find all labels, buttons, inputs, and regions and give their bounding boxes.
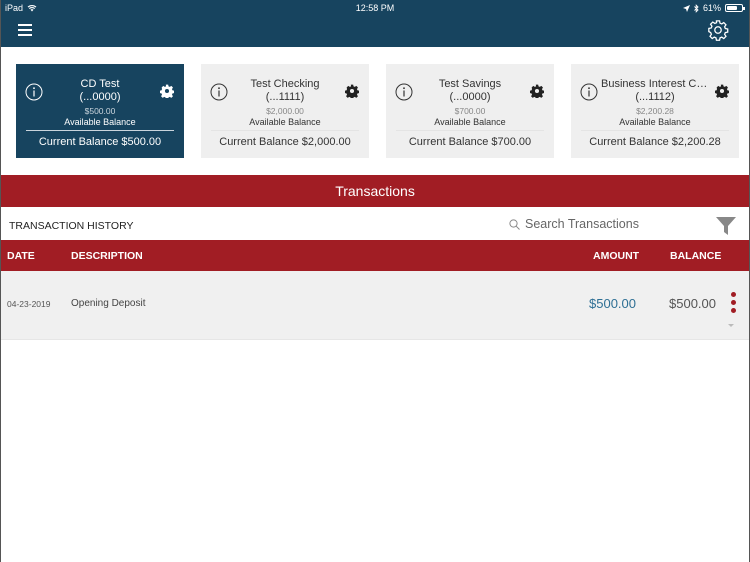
filter-icon — [716, 217, 736, 235]
account-cards: CD Test (...0000) $500.00 Available Bala… — [16, 64, 739, 158]
expand-chevron-icon[interactable] — [728, 324, 734, 327]
settings-button[interactable] — [707, 19, 729, 41]
hamburger-icon — [18, 24, 32, 36]
available-label: Available Balance — [249, 117, 321, 127]
bluetooth-icon — [694, 3, 699, 13]
account-number: (...0000) — [79, 91, 121, 103]
account-name: Business Interest Ch... — [601, 78, 709, 90]
history-title: TRANSACTION HISTORY — [9, 220, 134, 232]
account-number: (...0000) — [449, 91, 491, 103]
row-date: 04-23-2019 — [7, 299, 51, 309]
row-amount: $500.00 — [589, 296, 636, 311]
battery-percent: 61% — [702, 3, 721, 13]
more-options-icon[interactable] — [731, 292, 737, 314]
search-icon — [509, 218, 520, 230]
battery-icon — [725, 4, 745, 12]
account-name: Test Checking — [250, 78, 320, 90]
search-input[interactable]: Search Transactions — [509, 217, 639, 231]
available-label: Available Balance — [64, 117, 136, 127]
current-balance: Current Balance $700.00 — [408, 136, 532, 148]
row-description: Opening Deposit — [71, 298, 146, 309]
current-balance: Current Balance $2,000.00 — [219, 136, 351, 148]
available-amount: $2,200.28 — [636, 106, 674, 116]
card-divider — [396, 130, 544, 131]
available-amount: $700.00 — [454, 106, 486, 116]
table-header: DATE DESCRIPTION AMOUNT BALANCE — [1, 240, 749, 271]
history-toolbar: TRANSACTION HISTORY Search Transactions — [1, 207, 749, 240]
table-row[interactable]: 04-23-2019 Opening Deposit $500.00 $500.… — [1, 271, 749, 340]
account-card[interactable]: Test Savings (...0000) $700.00 Available… — [386, 64, 554, 158]
account-card[interactable]: CD Test (...0000) $500.00 Available Bala… — [16, 64, 184, 158]
filter-button[interactable] — [716, 216, 736, 236]
account-card[interactable]: Business Interest Ch... (...1112) $2,200… — [571, 64, 739, 158]
card-divider — [581, 130, 729, 131]
card-divider — [26, 130, 174, 131]
column-description[interactable]: DESCRIPTION — [71, 250, 143, 262]
current-balance: Current Balance $2,200.28 — [589, 136, 721, 148]
card-gear-icon[interactable] — [715, 84, 729, 98]
status-bar: iPad 12:58 PM 61% — [1, 0, 749, 16]
card-gear-icon[interactable] — [160, 84, 174, 98]
column-date[interactable]: DATE — [7, 250, 35, 262]
card-divider — [211, 130, 359, 131]
available-amount: $2,000.00 — [266, 106, 304, 116]
current-balance: Current Balance $500.00 — [38, 136, 162, 148]
column-balance[interactable]: BALANCE — [670, 250, 721, 262]
top-bar: iPad 12:58 PM 61% — [1, 0, 749, 47]
location-icon — [682, 4, 690, 12]
available-label: Available Balance — [434, 117, 506, 127]
search-placeholder: Search Transactions — [525, 217, 639, 231]
available-label: Available Balance — [619, 117, 691, 127]
account-card[interactable]: Test Checking (...1111) $2,000.00 Availa… — [201, 64, 369, 158]
row-balance: $500.00 — [669, 296, 716, 311]
account-name: Test Savings — [438, 78, 502, 90]
menu-button[interactable] — [18, 24, 32, 36]
available-amount: $500.00 — [84, 106, 116, 116]
clock: 12:58 PM — [355, 3, 395, 13]
transactions-header: Transactions — [1, 175, 749, 207]
account-name: CD Test — [80, 78, 120, 90]
gear-icon — [708, 20, 729, 41]
column-amount[interactable]: AMOUNT — [593, 250, 639, 262]
account-number: (...1111) — [265, 91, 305, 103]
card-gear-icon[interactable] — [530, 84, 544, 98]
account-number: (...1112) — [635, 91, 675, 103]
card-gear-icon[interactable] — [345, 84, 359, 98]
